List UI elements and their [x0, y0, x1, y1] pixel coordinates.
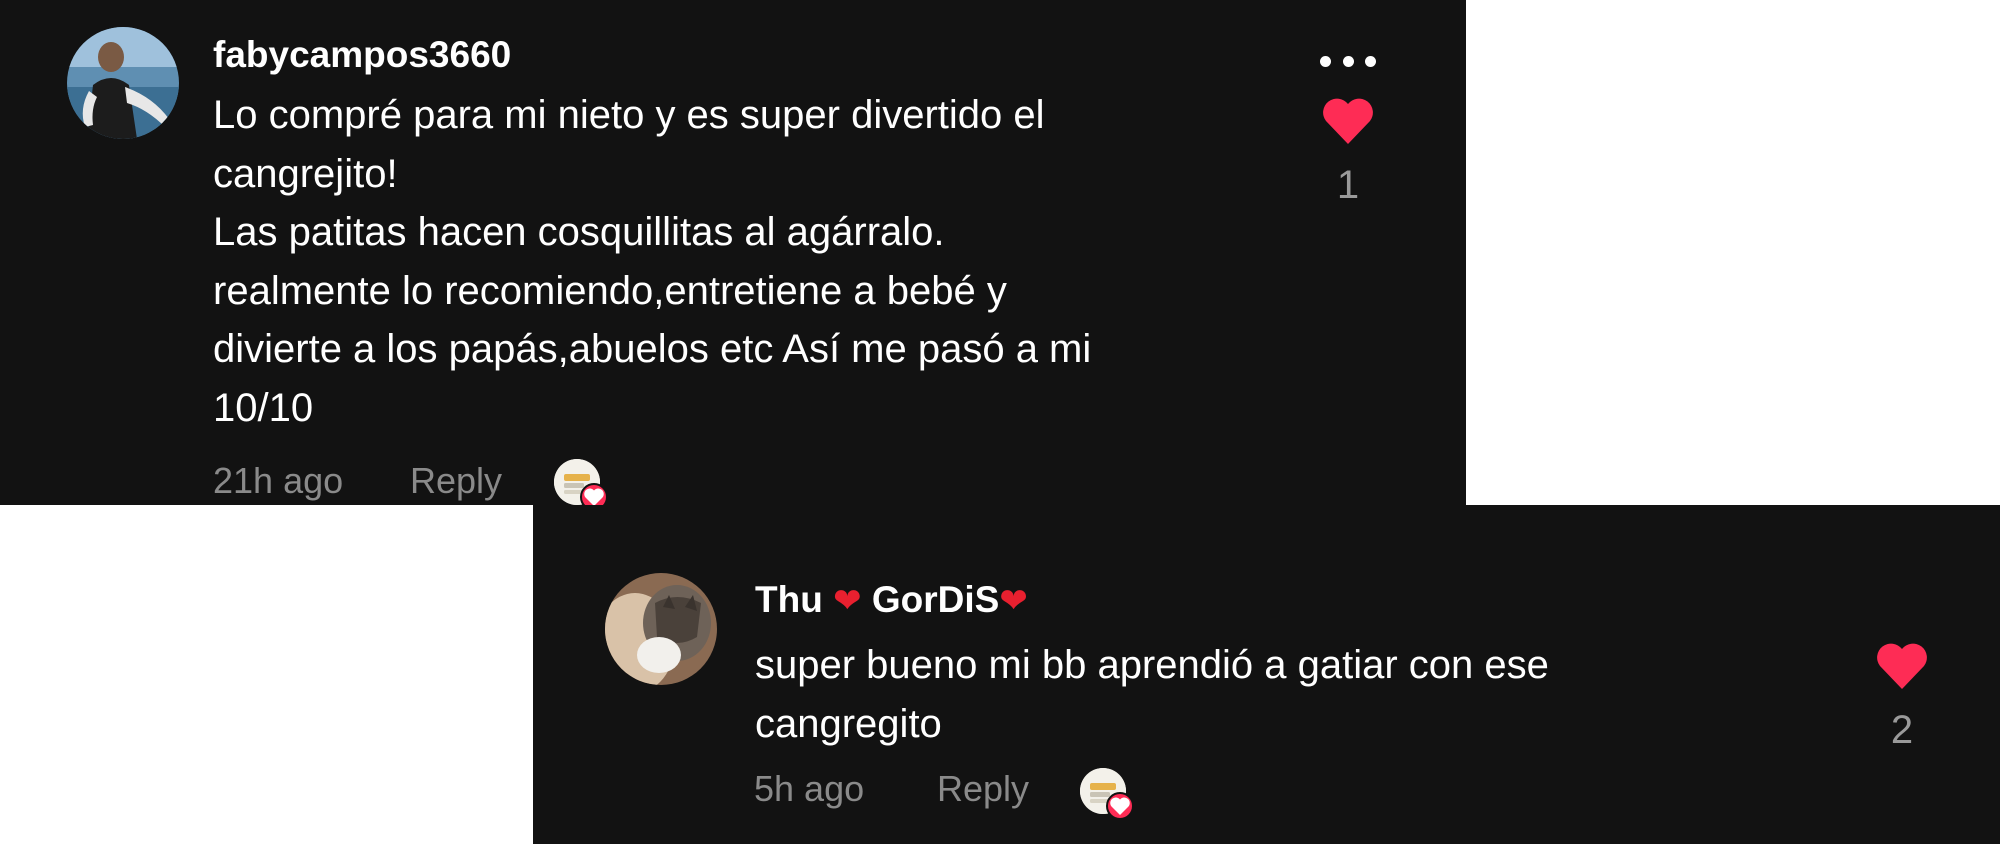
comment-line: cangregito [755, 701, 942, 746]
reply-button[interactable]: Reply [410, 459, 502, 503]
username-part: Thu [755, 579, 823, 620]
comment-card: fabycampos3660 Lo compré para mi nieto y… [0, 0, 1466, 511]
comment-line: divierte a los papás,abuelos etc Así me … [213, 327, 1092, 371]
creator-liked-icon [554, 459, 608, 511]
like-count: 2 [1890, 708, 1914, 752]
comment-line: Lo compré para mi nieto y es super diver… [213, 93, 1045, 137]
reply-button[interactable]: Reply [937, 767, 1029, 811]
heart-emoji: ❤ [833, 582, 862, 620]
username[interactable]: Thu ❤ GorDiS❤ [755, 578, 1028, 623]
heart-badge-icon [1106, 792, 1134, 820]
creator-liked-icon [1080, 768, 1134, 820]
username-part: GorDiS [871, 579, 1000, 620]
comments-screenshot: fabycampos3660 Lo compré para mi nieto y… [0, 0, 2000, 844]
avatar[interactable] [67, 27, 179, 139]
reply-card: Thu ❤ GorDiS❤ super bueno mi bb aprendió… [533, 505, 2000, 844]
comment-line: realmente lo recomiendo,entretiene a beb… [213, 268, 1007, 313]
comment-line: Las patitas hacen cosquillitas al agárra… [213, 210, 945, 254]
comment-text: Lo compré para mi nieto y es super diver… [213, 86, 1091, 437]
comment-line: 10/10 [213, 385, 314, 430]
heart-icon[interactable] [1875, 641, 1929, 691]
like-count: 1 [1336, 163, 1360, 207]
comment-text: super bueno mi bb aprendió a gatiar con … [755, 636, 1549, 753]
timestamp: 5h ago [754, 768, 865, 809]
avatar[interactable] [605, 573, 717, 685]
username[interactable]: fabycampos3660 [213, 33, 511, 77]
heart-emoji: ❤ [999, 582, 1028, 620]
comment-line: cangrejito! [213, 151, 398, 196]
heart-icon[interactable] [1321, 96, 1375, 146]
more-options-icon[interactable] [1320, 54, 1376, 68]
comment-line: super bueno mi bb aprendió a gatiar con … [755, 643, 1549, 687]
timestamp: 21h ago [213, 460, 344, 501]
